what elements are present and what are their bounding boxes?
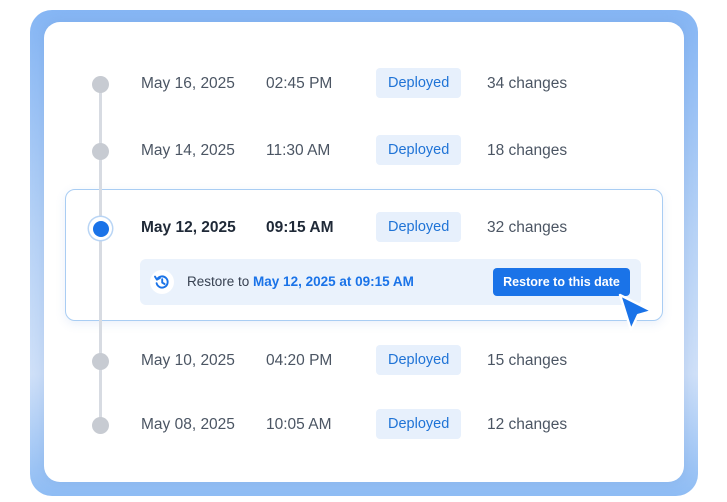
version-time: 04:20 PM <box>266 352 333 369</box>
status-badge: Deployed <box>376 135 462 165</box>
version-time: 02:45 PM <box>266 75 333 92</box>
timeline-dot <box>92 417 109 434</box>
change-count: 18 changes <box>487 142 568 159</box>
version-date: May 08, 2025 <box>141 416 235 433</box>
restore-target: May 12, 2025 at 09:15 AM <box>253 274 414 289</box>
version-time: 11:30 AM <box>266 142 331 159</box>
status-badge: Deployed <box>376 409 462 439</box>
timeline-dot <box>92 143 109 160</box>
version-date: May 16, 2025 <box>141 75 235 92</box>
version-time: 09:15 AM <box>266 219 334 236</box>
restore-button[interactable]: Restore to this date <box>493 268 630 296</box>
restore-bar: Restore to May 12, 2025 at 09:15 AM Rest… <box>140 259 641 305</box>
change-count: 32 changes <box>487 219 568 236</box>
status-badge: Deployed <box>376 212 462 242</box>
restore-prefix: Restore to <box>187 274 250 289</box>
change-count: 15 changes <box>487 352 568 369</box>
version-date: May 14, 2025 <box>141 142 235 159</box>
status-badge: Deployed <box>376 345 462 375</box>
history-icon <box>150 270 174 294</box>
version-date: May 10, 2025 <box>141 352 235 369</box>
change-count: 12 changes <box>487 416 568 433</box>
change-count: 34 changes <box>487 75 568 92</box>
timeline-dot <box>92 76 109 93</box>
version-date: May 12, 2025 <box>141 219 236 236</box>
version-time: 10:05 AM <box>266 416 332 433</box>
version-row[interactable]: May 14, 2025 11:30 AM Deployed 18 change… <box>0 131 700 171</box>
version-row[interactable]: May 16, 2025 02:45 PM Deployed 34 change… <box>0 64 700 104</box>
timeline-dot-active <box>89 217 112 240</box>
status-badge: Deployed <box>376 68 462 98</box>
restore-description: Restore to May 12, 2025 at 09:15 AM <box>187 259 414 305</box>
mouse-cursor-icon <box>618 293 654 332</box>
version-row[interactable]: May 10, 2025 04:20 PM Deployed 15 change… <box>0 341 700 381</box>
timeline-dot <box>92 353 109 370</box>
version-row[interactable]: May 08, 2025 10:05 AM Deployed 12 change… <box>0 405 700 445</box>
version-row-selected[interactable]: May 12, 2025 09:15 AM Deployed 32 change… <box>0 208 700 248</box>
